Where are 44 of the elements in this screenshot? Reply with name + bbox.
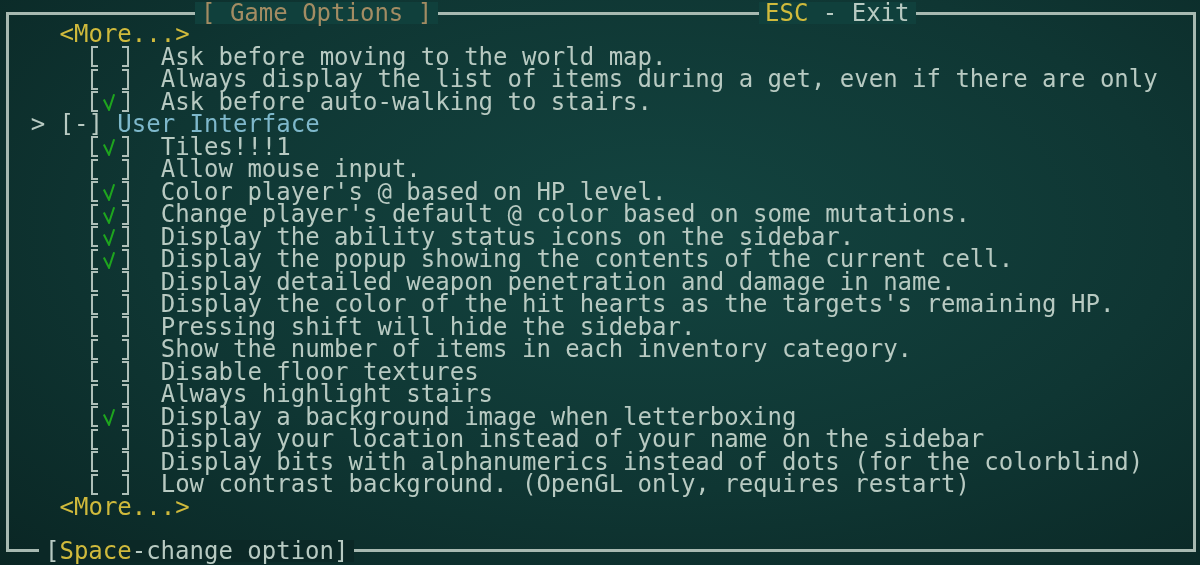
more-link[interactable]: <More...> bbox=[59, 23, 190, 46]
window-title: [ Game Options ] bbox=[195, 2, 439, 24]
option-label: Ask before moving to the world map. bbox=[160, 45, 667, 68]
checkbox[interactable] bbox=[88, 158, 132, 180]
option-label: Disable floor textures bbox=[160, 360, 479, 383]
more-link[interactable]: <More...> bbox=[59, 495, 190, 518]
checkbox[interactable] bbox=[88, 451, 132, 473]
option-label: Display bits with alphanumerics instead of dots (for the colorblind) bbox=[160, 450, 1144, 473]
collapse-toggle[interactable]: [-] bbox=[59, 113, 103, 136]
checkbox[interactable] bbox=[88, 91, 132, 113]
checkbox[interactable] bbox=[88, 316, 132, 338]
check-icon bbox=[102, 250, 117, 269]
checkbox[interactable] bbox=[88, 473, 132, 495]
check-icon bbox=[102, 205, 117, 224]
option-label: Pressing shift will hide the sidebar. bbox=[160, 315, 696, 338]
checkbox[interactable] bbox=[88, 248, 132, 270]
checkbox[interactable] bbox=[88, 136, 132, 158]
checkbox[interactable] bbox=[88, 293, 132, 315]
checkbox[interactable] bbox=[88, 338, 132, 360]
option-label: Tiles!!!1 bbox=[160, 135, 291, 158]
option-label: Always highlight stairs bbox=[160, 383, 494, 406]
checkbox[interactable] bbox=[88, 271, 132, 293]
checkbox[interactable] bbox=[88, 226, 132, 248]
checkbox[interactable] bbox=[88, 428, 132, 450]
footer-hint: [Space-change option] bbox=[39, 540, 355, 562]
section-header[interactable]: User Interface bbox=[117, 113, 320, 136]
option-label: Always display the list of items during a get, even if there are only bbox=[160, 68, 1158, 91]
checkbox[interactable] bbox=[88, 361, 132, 383]
check-icon bbox=[102, 93, 117, 112]
check-icon bbox=[102, 228, 117, 247]
option-label: Allow mouse input. bbox=[160, 158, 421, 181]
cursor-marker: > bbox=[30, 113, 46, 136]
checkbox[interactable] bbox=[88, 68, 132, 90]
exit-hint[interactable]: ESC - Exit bbox=[759, 2, 916, 24]
check-icon bbox=[102, 408, 117, 427]
checkbox[interactable] bbox=[88, 406, 132, 428]
option-label: Show the number of items in each inventory category. bbox=[160, 338, 913, 361]
checkbox[interactable] bbox=[88, 46, 132, 68]
checkbox[interactable] bbox=[88, 383, 132, 405]
check-icon bbox=[102, 183, 117, 202]
checkbox[interactable] bbox=[88, 181, 132, 203]
check-icon bbox=[102, 138, 117, 157]
checkbox[interactable] bbox=[88, 203, 132, 225]
option-label: Display the popup showing the contents of the current cell. bbox=[160, 248, 1014, 271]
